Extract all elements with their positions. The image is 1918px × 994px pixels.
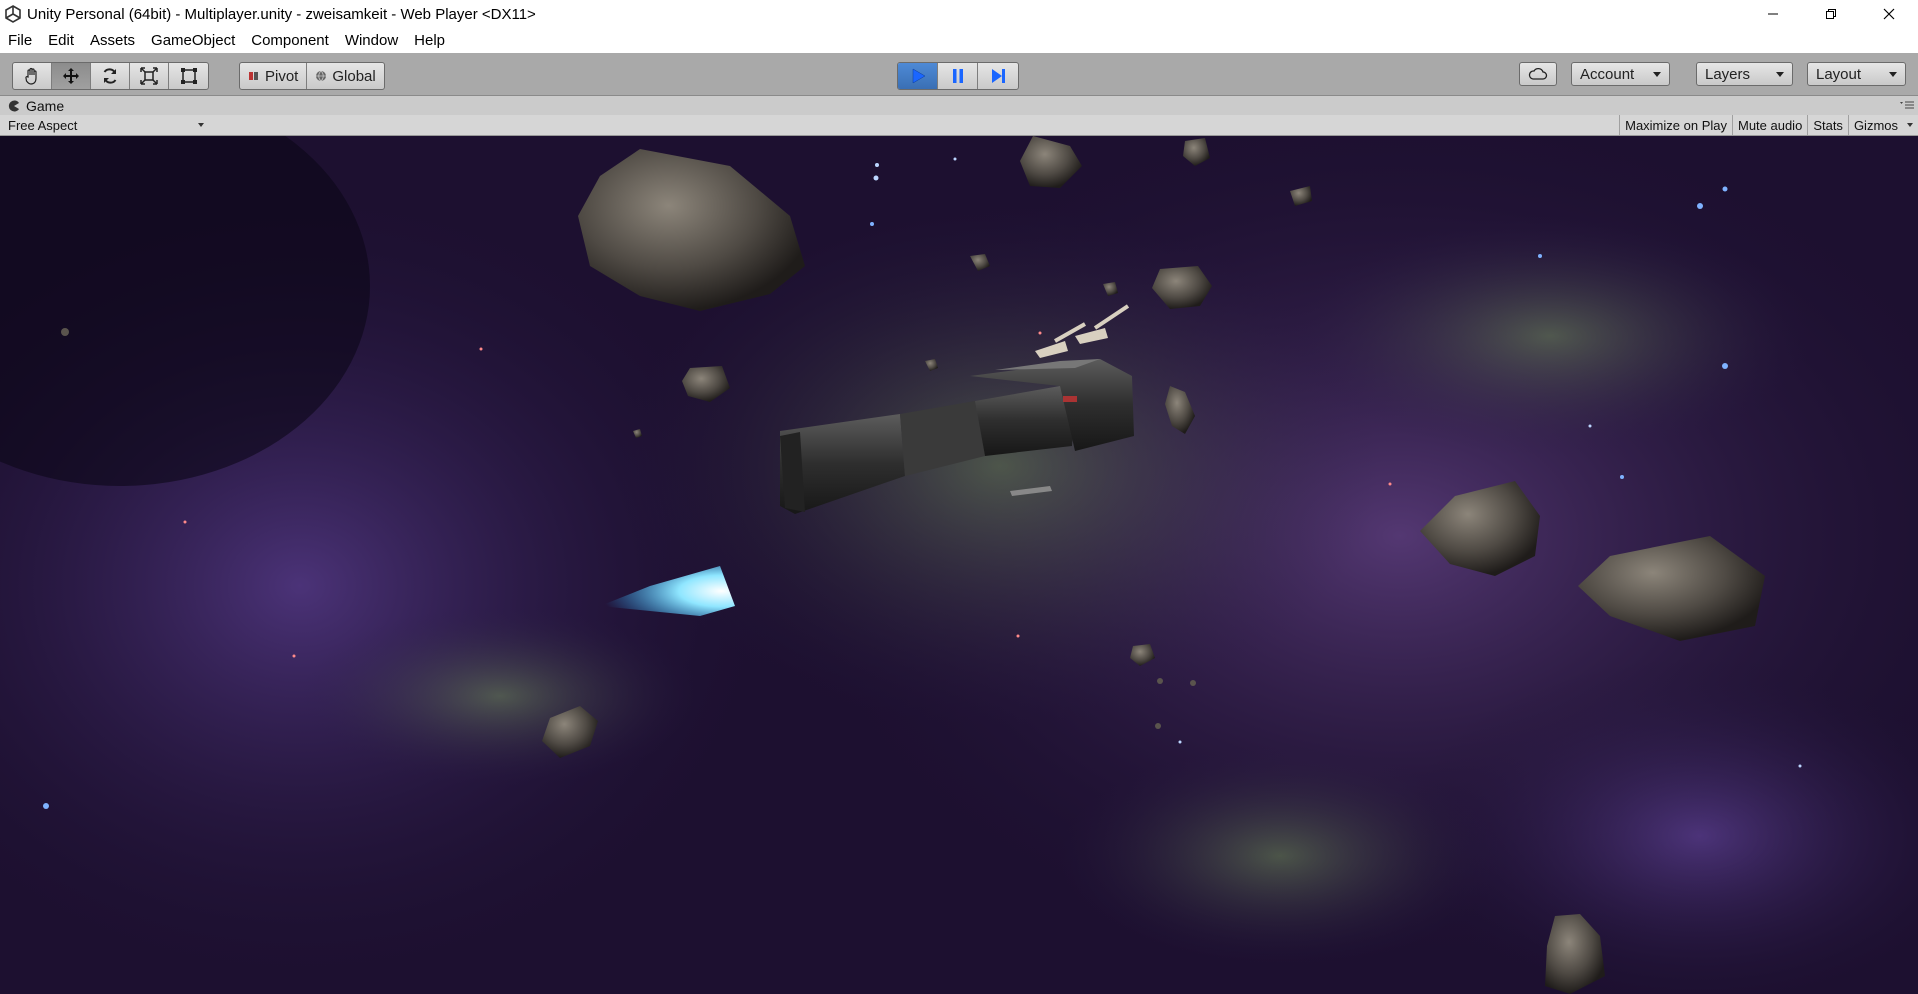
mute-audio-toggle[interactable]: Mute audio bbox=[1731, 115, 1807, 135]
game-tab-bar: Game bbox=[0, 96, 1918, 115]
game-options-bar: Free Aspect Maximize on Play Mute audio … bbox=[0, 115, 1918, 136]
layout-label: Layout bbox=[1816, 65, 1862, 83]
scale-tool-button[interactable] bbox=[130, 63, 169, 89]
chevron-down-icon bbox=[1776, 72, 1784, 77]
stats-toggle[interactable]: Stats bbox=[1807, 115, 1848, 135]
chevron-down-icon bbox=[1907, 123, 1913, 127]
menu-help[interactable]: Help bbox=[406, 32, 453, 49]
gizmos-label: Gizmos bbox=[1853, 117, 1898, 133]
chevron-down-icon bbox=[198, 123, 204, 127]
step-icon bbox=[992, 69, 1005, 83]
rect-tool-icon bbox=[180, 68, 197, 84]
panel-menu-icon[interactable] bbox=[1900, 101, 1914, 111]
pivot-global-group: Pivot Global bbox=[239, 62, 385, 90]
aspect-label: Free Aspect bbox=[8, 117, 78, 133]
gizmos-dropdown[interactable]: Gizmos bbox=[1847, 115, 1918, 135]
menu-assets[interactable]: Assets bbox=[82, 32, 143, 49]
rect-tool-button[interactable] bbox=[169, 63, 208, 89]
menu-window[interactable]: Window bbox=[337, 32, 406, 49]
pivot-toggle[interactable]: Pivot bbox=[240, 63, 308, 89]
menu-file[interactable]: File bbox=[0, 32, 40, 49]
play-button[interactable] bbox=[898, 63, 938, 89]
rotate-tool-icon bbox=[103, 68, 117, 84]
menu-component[interactable]: Component bbox=[243, 32, 337, 49]
pause-icon bbox=[952, 69, 963, 83]
cloud-button[interactable] bbox=[1519, 62, 1557, 86]
account-dropdown[interactable]: Account bbox=[1571, 62, 1670, 86]
close-icon bbox=[1883, 8, 1895, 20]
cloud-icon bbox=[1528, 67, 1548, 80]
step-button[interactable] bbox=[978, 63, 1018, 89]
layers-label: Layers bbox=[1705, 65, 1751, 83]
chevron-down-icon bbox=[1889, 72, 1897, 77]
pivot-label: Pivot bbox=[265, 67, 299, 85]
hand-tool-button[interactable] bbox=[13, 63, 52, 89]
layers-dropdown[interactable]: Layers bbox=[1696, 62, 1793, 86]
aspect-dropdown[interactable]: Free Aspect bbox=[8, 117, 204, 133]
window-controls bbox=[1744, 0, 1918, 28]
maximize-on-play-toggle[interactable]: Maximize on Play bbox=[1619, 115, 1732, 135]
unity-logo-icon bbox=[5, 5, 21, 23]
minimize-icon bbox=[1768, 13, 1778, 15]
scale-tool-icon bbox=[140, 67, 158, 85]
pause-button[interactable] bbox=[938, 63, 978, 89]
menu-edit[interactable]: Edit bbox=[40, 32, 82, 49]
hand-tool-icon bbox=[25, 67, 37, 85]
transform-tools bbox=[12, 62, 209, 90]
pacman-icon bbox=[8, 100, 19, 111]
play-icon bbox=[912, 68, 925, 84]
rotate-tool-button[interactable] bbox=[91, 63, 130, 89]
main-toolbar: Pivot Global Account Layers Layout bbox=[0, 53, 1918, 96]
chevron-down-icon bbox=[1653, 72, 1661, 77]
title-bar: Unity Personal (64bit) - Multiplayer.uni… bbox=[0, 0, 1918, 28]
menu-gameobject[interactable]: GameObject bbox=[143, 32, 243, 49]
global-toggle[interactable]: Global bbox=[307, 63, 383, 89]
game-viewport[interactable] bbox=[0, 136, 1918, 994]
global-label: Global bbox=[332, 67, 376, 85]
move-tool-icon bbox=[63, 68, 79, 84]
tab-game[interactable]: Game bbox=[8, 96, 64, 115]
pivot-icon bbox=[249, 72, 258, 80]
space-scene bbox=[0, 136, 1918, 994]
minimize-button[interactable] bbox=[1744, 0, 1802, 28]
account-label: Account bbox=[1580, 65, 1635, 83]
move-tool-button[interactable] bbox=[52, 63, 91, 89]
layout-dropdown[interactable]: Layout bbox=[1807, 62, 1906, 86]
game-tab-label: Game bbox=[26, 97, 65, 114]
menu-bar: File Edit Assets GameObject Component Wi… bbox=[0, 28, 1918, 53]
globe-icon bbox=[316, 70, 327, 82]
restore-button[interactable] bbox=[1802, 0, 1860, 28]
game-view-options: Maximize on Play Mute audio Stats Gizmos bbox=[1619, 115, 1918, 135]
close-button[interactable] bbox=[1860, 0, 1918, 28]
window-title: Unity Personal (64bit) - Multiplayer.uni… bbox=[27, 5, 536, 23]
restore-icon bbox=[1826, 9, 1836, 19]
playback-controls bbox=[897, 62, 1019, 90]
